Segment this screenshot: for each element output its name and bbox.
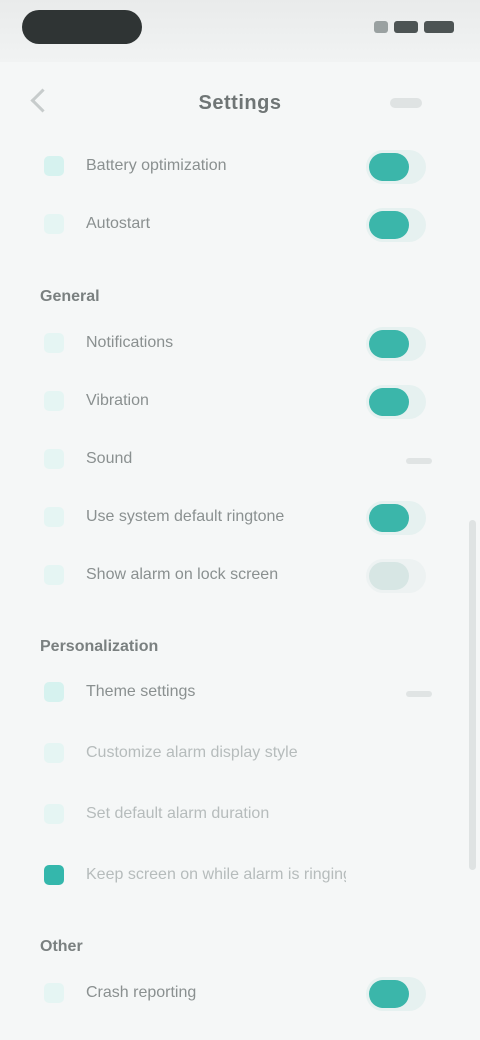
report-icon [44,983,64,1003]
setting-label: Autostart [86,215,151,232]
palette-icon [44,682,64,702]
setting-row-default-ringtone[interactable]: Use system default ringtone [0,490,480,548]
toggle-switch[interactable] [366,977,426,1011]
setting-row-sound[interactable]: Sound [0,432,480,490]
setting-label: Sound [86,450,133,467]
setting-label: Show alarm on lock screen [86,566,279,583]
toggle-switch[interactable] [366,208,426,242]
ringtone-icon [44,507,64,527]
toggle-knob [369,153,409,181]
setting-label: Theme settings [86,683,196,700]
settings-screen: Settings Battery optimization Autostart … [0,0,480,1040]
screen-icon [44,865,64,885]
section-title-personalization: Personalization [40,638,159,655]
scrollbar[interactable] [469,520,476,870]
toggle-knob [369,504,409,532]
timer-icon [44,804,64,824]
setting-row-crash-reporting[interactable]: Crash reporting [0,966,480,1024]
more-options-icon[interactable] [390,98,422,108]
vibration-icon [44,391,64,411]
setting-row-lock-screen[interactable]: Show alarm on lock screen [0,548,480,606]
setting-row-notifications[interactable]: Notifications [0,316,480,374]
setting-row-vibration[interactable]: Vibration [0,374,480,432]
setting-label: Set default alarm duration [86,805,270,822]
section-title-other: Other [40,938,83,955]
status-icons [374,18,454,36]
toggle-knob [369,330,409,358]
toggle-knob [369,211,409,239]
toggle-switch[interactable] [366,501,426,535]
bell-icon [44,333,64,353]
toggle-switch[interactable] [366,559,426,593]
toggle-switch[interactable] [366,385,426,419]
setting-label: Use system default ringtone [86,508,285,525]
app-header: Settings [0,62,480,146]
chevron-right-icon [406,691,432,697]
toggle-switch[interactable] [366,327,426,361]
wifi-icon [394,21,418,33]
speaker-icon [44,449,64,469]
status-bar [0,0,480,62]
display-icon [44,743,64,763]
toggle-switch[interactable] [366,150,426,184]
setting-row-alarm-duration[interactable]: Set default alarm duration [0,787,480,845]
setting-label: Notifications [86,334,174,351]
battery-icon [424,21,454,33]
status-time-pill [22,10,142,44]
signal-icon [374,21,388,33]
setting-row-autostart[interactable]: Autostart [0,197,480,255]
setting-label: Crash reporting [86,984,197,1001]
toggle-knob [369,980,409,1008]
autostart-icon [44,214,64,234]
setting-row-alarm-display-style[interactable]: Customize alarm display style [0,726,480,784]
setting-label: Battery optimization [86,157,227,174]
section-title-general: General [40,288,100,305]
setting-label: Vibration [86,392,149,409]
setting-row-theme[interactable]: Theme settings [0,665,480,723]
chevron-right-icon [406,458,432,464]
setting-row-keep-screen-on[interactable]: Keep screen on while alarm is ringing [0,848,480,906]
setting-row-battery-optimization[interactable]: Battery optimization [0,139,480,197]
lock-icon [44,565,64,585]
battery-icon [44,156,64,176]
toggle-knob [369,388,409,416]
setting-label: Customize alarm display style [86,744,298,761]
toggle-knob [369,562,409,590]
setting-label: Keep screen on while alarm is ringing [86,866,346,883]
